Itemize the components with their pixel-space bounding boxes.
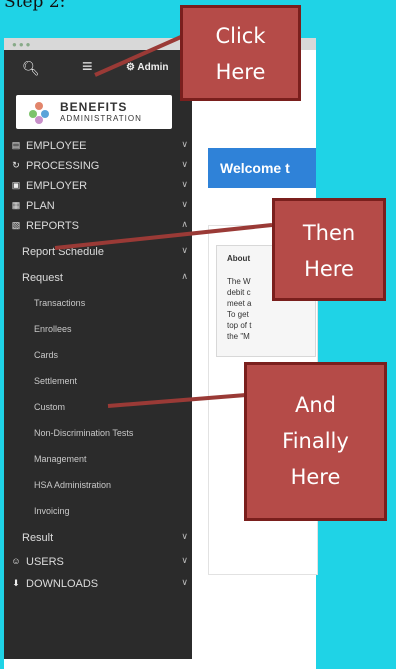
callout-line: Here (290, 465, 341, 489)
chevron-down-icon: ∨ (181, 179, 188, 189)
request-item-label: Custom (34, 402, 66, 412)
briefcase-icon: ▣ (11, 180, 21, 190)
welcome-banner: Welcome t (208, 148, 316, 188)
chevron-down-icon: ∨ (181, 199, 188, 209)
request-item-transactions[interactable]: Transactions (4, 294, 192, 314)
request-item-label: Invoicing (34, 506, 70, 516)
report-icon: ▧ (11, 220, 21, 230)
sidebar-item-reports[interactable]: ▧ REPORTS ∧ (4, 216, 192, 236)
sidebar-item-label: PROCESSING (26, 160, 100, 172)
chevron-up-icon: ∧ (181, 271, 188, 281)
callout-then-here: Then Here (272, 198, 386, 301)
request-item-label: Non-Discrimination Tests (34, 428, 134, 438)
request-item-hsa-administration[interactable]: HSA Administration (4, 476, 192, 496)
request-item-custom[interactable]: Custom (4, 398, 192, 418)
logo-title: BENEFITS (60, 100, 128, 114)
users-icon: ☺ (11, 556, 21, 566)
logo-subtitle: ADMINISTRATION (60, 114, 142, 123)
sidebar-item-downloads[interactable]: ⬇ DOWNLOADS ∨ (4, 574, 192, 594)
request-item-label: Enrollees (34, 324, 72, 334)
callout-line: And (294, 393, 336, 417)
callout-line: Click (215, 24, 266, 48)
about-line: To get (227, 310, 249, 319)
callout-line: Here (304, 257, 354, 281)
hamburger-menu-icon[interactable]: ≡ (82, 56, 93, 77)
reports-item-report-schedule[interactable]: Report Schedule ∨ (4, 242, 192, 262)
admin-button[interactable]: ⚙ Admin (126, 62, 168, 73)
about-line: the "M (227, 332, 250, 341)
admin-label: Admin (137, 62, 169, 73)
request-item-non-discrimination-tests[interactable]: Non-Discrimination Tests (4, 424, 192, 444)
request-item-label: HSA Administration (34, 480, 112, 490)
callout-line: Here (215, 60, 266, 84)
callout-line: Then (302, 221, 356, 245)
request-item-settlement[interactable]: Settlement (4, 372, 192, 392)
benefits-logo: BENEFITS ADMINISTRATION (16, 95, 172, 129)
refresh-icon: ↻ (12, 160, 20, 170)
sidebar-item-label: USERS (26, 556, 64, 568)
request-item-label: Transactions (34, 298, 86, 308)
request-item-label: Management (34, 454, 87, 464)
callout-and-finally-here: And Finally Here (244, 362, 387, 521)
search-icon[interactable]: 🔍︎ (22, 60, 40, 77)
sidebar-item-processing[interactable]: ↻ PROCESSING ∨ (4, 156, 192, 176)
reports-item-label: Report Schedule (22, 246, 104, 258)
chevron-down-icon: ∨ (181, 577, 188, 587)
sidebar-item-label: PLAN (26, 200, 55, 212)
sidebar-item-label: REPORTS (26, 220, 79, 232)
sidebar-item-label: EMPLOYEE (26, 140, 87, 152)
request-item-management[interactable]: Management (4, 450, 192, 470)
request-item-invoicing[interactable]: Invoicing (4, 502, 192, 522)
welcome-title: Welcome t (220, 160, 290, 176)
sidebar: 🔍︎ ≡ ⚙ Admin BENEFITS ADMINISTRATION ▤ E… (4, 50, 192, 659)
callout-line: Finally (282, 429, 349, 453)
chevron-down-icon: ∨ (181, 245, 188, 255)
request-item-cards[interactable]: Cards (4, 346, 192, 366)
calendar-icon: ▦ (11, 200, 21, 210)
sidebar-item-users[interactable]: ☺ USERS ∨ (4, 552, 192, 572)
about-line: top of t (227, 321, 252, 330)
download-icon: ⬇ (12, 578, 20, 588)
about-title: About (227, 254, 251, 263)
chevron-down-icon: ∨ (181, 555, 188, 565)
id-card-icon: ▤ (11, 140, 21, 150)
logo-emblem-icon (29, 102, 49, 124)
app-screenshot: ●●● 🔍︎ ≡ ⚙ Admin BENEFITS ADMINISTRATION… (4, 38, 318, 669)
chevron-down-icon: ∨ (181, 531, 188, 541)
sidebar-toolbar: 🔍︎ ≡ ⚙ Admin (4, 50, 192, 90)
request-item-label: Settlement (34, 376, 78, 386)
sidebar-item-employer[interactable]: ▣ EMPLOYER ∨ (4, 176, 192, 196)
reports-item-result[interactable]: Result ∨ (4, 528, 192, 548)
window-controls-icon: ●●● (12, 40, 33, 49)
chevron-down-icon: ∨ (181, 159, 188, 169)
sidebar-item-label: DOWNLOADS (26, 578, 99, 590)
sidebar-item-plan[interactable]: ▦ PLAN ∨ (4, 196, 192, 216)
chevron-up-icon: ∧ (181, 219, 188, 229)
callout-click-here: Click Here (180, 5, 301, 101)
reports-item-label: Request (22, 272, 63, 284)
request-item-enrollees[interactable]: Enrollees (4, 320, 192, 340)
request-item-label: Cards (34, 350, 59, 360)
reports-item-label: Result (22, 532, 54, 544)
step-label: Step 2: (4, 0, 66, 12)
sidebar-item-label: EMPLOYER (26, 180, 88, 192)
chevron-down-icon: ∨ (181, 139, 188, 149)
sidebar-item-employee[interactable]: ▤ EMPLOYEE ∨ (4, 136, 192, 156)
reports-item-request[interactable]: Request ∧ (4, 268, 192, 288)
